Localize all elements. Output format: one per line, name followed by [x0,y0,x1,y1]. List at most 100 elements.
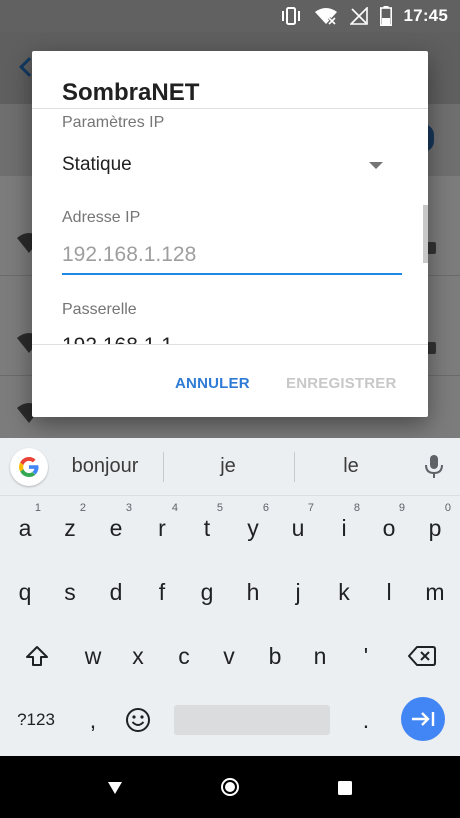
dialog-title: SombraNET [62,79,200,106]
period-key[interactable]: . [343,688,389,752]
key-w[interactable]: w [70,624,116,688]
key-hint: 0 [444,502,451,514]
dropdown-arrow-icon[interactable] [369,162,383,169]
key-hint: 5 [216,502,223,514]
key-l[interactable]: l [366,560,412,624]
key-label: k [338,578,350,605]
backspace-icon [408,646,436,666]
dialog-actions: ANNULER ENREGISTRER [32,347,428,417]
key-a[interactable]: a1 [2,496,48,560]
suggestion-divider [294,452,295,482]
tab-next-icon [412,712,435,726]
key-row: w x c v b n ' [0,624,460,688]
key-label: l [386,578,392,605]
key-label: q [18,578,32,605]
shift-icon [26,646,48,666]
space-key[interactable] [174,705,330,735]
navigation-bar [0,756,460,818]
signal-off-icon [349,7,368,25]
microphone-icon[interactable] [424,454,444,480]
ip-settings-label: Paramètres IP [62,114,165,131]
suggestion-divider [163,452,164,482]
key-i[interactable]: i8 [321,496,367,560]
key-label: a [18,514,32,541]
key-label: c [178,642,190,669]
key-u[interactable]: u7 [275,496,321,560]
key-s[interactable]: s [47,560,93,624]
key-p[interactable]: p0 [412,496,458,560]
key-g[interactable]: g [184,560,230,624]
key-label: j [295,578,301,605]
shift-key[interactable] [14,624,60,688]
key-label: i [341,514,347,541]
wifi-icon [314,8,337,25]
key-hint: 1 [34,502,41,514]
key-label: n [313,642,327,669]
key-label: f [158,578,166,605]
key-hint: 9 [398,502,405,514]
key-label: e [109,514,123,541]
key-v[interactable]: v [206,624,252,688]
symbols-key[interactable]: ?123 [12,688,60,752]
key-f[interactable]: f [139,560,185,624]
status-bar: 17:45 [0,0,460,32]
key-c[interactable]: c [161,624,207,688]
battery-icon [379,6,392,26]
key-t[interactable]: t5 [184,496,230,560]
key-label: u [291,514,305,541]
key-o[interactable]: o9 [366,496,412,560]
key-j[interactable]: j [275,560,321,624]
ip-settings-select[interactable]: Statique [62,154,132,176]
key-m[interactable]: m [412,560,458,624]
dialog-scrollbar[interactable] [423,205,428,263]
key-row: a1z2e3r4t5y6u7i8o9p0 [0,496,460,560]
key-hint: 6 [262,502,269,514]
backspace-key[interactable] [399,624,445,688]
key-b[interactable]: b [252,624,298,688]
google-g-icon[interactable] [10,448,48,486]
emoji-key[interactable] [115,688,161,752]
vibrate-icon [281,7,300,25]
key-label: x [132,642,144,669]
key-k[interactable]: k [321,560,367,624]
ip-address-input[interactable] [62,237,402,275]
back-triangle-icon[interactable] [107,781,123,795]
key-label: w [84,642,102,669]
key-z[interactable]: z2 [47,496,93,560]
suggestion-bar: bonjour je le [0,438,460,496]
key-y[interactable]: y6 [230,496,276,560]
dialog-scroll-body[interactable]: Paramètres IP Statique Adresse IP Passer… [32,108,428,345]
keyboard: bonjour je le a1z2e3r4t5y6u7i8o9p0 qsdfg… [0,438,460,756]
key-label: z [64,514,76,541]
recents-square-icon[interactable] [338,781,352,795]
key-label: o [382,514,396,541]
key-label: b [268,642,282,669]
suggestion-item[interactable]: je [173,455,283,478]
suggestion-item[interactable]: bonjour [50,455,160,478]
next-field-key[interactable] [401,697,445,741]
key-hint: 4 [171,502,178,514]
key-label: h [246,578,260,605]
key-n[interactable]: n [297,624,343,688]
emoji-icon [126,708,150,732]
key-x[interactable]: x [115,624,161,688]
key-h[interactable]: h [230,560,276,624]
key-apostrophe[interactable]: ' [343,624,389,688]
key-d[interactable]: d [93,560,139,624]
save-button[interactable]: ENREGISTRER [282,363,401,403]
suggestion-item[interactable]: le [296,455,406,478]
ip-address-label: Adresse IP [62,209,141,226]
gateway-input[interactable]: 192.168.1.1 [62,334,173,344]
key-hint: 2 [79,502,86,514]
home-circle-icon[interactable] [220,777,240,797]
key-hint: 7 [307,502,314,514]
key-r[interactable]: r4 [139,496,185,560]
key-label: s [64,578,76,605]
key-label: ' [363,642,369,669]
key-e[interactable]: e3 [93,496,139,560]
key-label: r [158,514,166,541]
cancel-button[interactable]: ANNULER [171,363,254,403]
comma-key[interactable]: , [70,688,116,752]
key-q[interactable]: q [2,560,48,624]
key-hint: 3 [125,502,132,514]
